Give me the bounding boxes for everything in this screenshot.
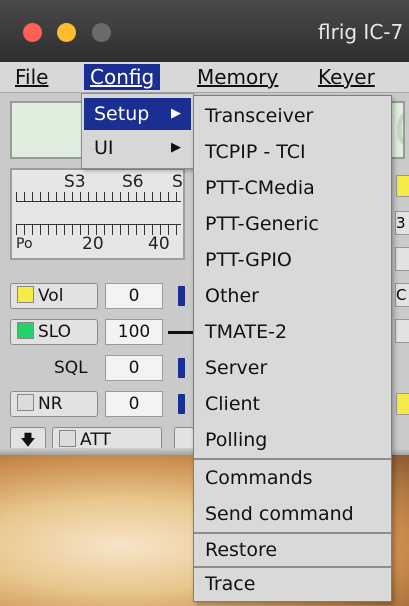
setup-item-tmate-2[interactable]: TMATE-2	[194, 314, 391, 350]
minimize-window-button[interactable]	[57, 23, 76, 42]
slo-indicator	[17, 322, 34, 339]
power-label-po: Po	[16, 236, 33, 252]
vol-label: Vol	[38, 286, 64, 306]
right-indicator-yellow-2	[396, 393, 409, 415]
setup-item-send-command[interactable]: Send command	[194, 496, 391, 532]
config-menu-item-setup-label: Setup	[94, 103, 150, 125]
slo-slider-track[interactable]	[168, 331, 194, 334]
submenu-arrow-icon: ▶	[171, 106, 181, 121]
vol-value[interactable]: 0	[105, 283, 163, 309]
slo-label: SLO	[38, 322, 72, 342]
menu-keyer-label: Keyer	[318, 65, 375, 89]
vol-indicator	[17, 286, 34, 303]
vol-slider-handle[interactable]	[178, 286, 185, 306]
att-label: ATT	[80, 430, 111, 450]
sql-label: SQL	[54, 358, 88, 378]
config-menu-item-ui[interactable]: UI ▶	[84, 132, 191, 164]
smeter-line	[16, 201, 181, 202]
menu-config-label: Config	[90, 65, 155, 89]
menu-memory-label: Memory	[197, 65, 279, 89]
menu-keyer[interactable]: Keyer	[312, 64, 381, 90]
power-label-20: 20	[82, 234, 104, 254]
sql-value[interactable]: 0	[105, 355, 163, 381]
nr-value[interactable]: 0	[105, 391, 163, 417]
setup-item-tcpip-tci[interactable]: TCPIP - TCI	[194, 134, 391, 170]
right-indicator-yellow	[396, 175, 409, 197]
setup-item-trace[interactable]: Trace	[194, 566, 391, 602]
window-title: flrig IC-7	[318, 20, 404, 44]
zoom-window-button[interactable]	[92, 23, 111, 42]
submenu-arrow-icon: ▶	[171, 140, 181, 155]
menu-bar: File Config Memory Keyer	[0, 62, 409, 93]
sql-slider-handle[interactable]	[178, 358, 185, 378]
setup-item-ptt-gpio[interactable]: PTT-GPIO	[194, 242, 391, 278]
setup-item-other[interactable]: Other	[194, 278, 391, 314]
setup-submenu: Transceiver TCPIP - TCI PTT-CMedia PTT-G…	[193, 95, 392, 602]
vol-button[interactable]: Vol	[10, 283, 98, 309]
nr-button[interactable]: NR	[10, 391, 98, 417]
smeter-label-s6: S6	[122, 172, 144, 192]
config-menu-item-ui-label: UI	[94, 137, 114, 159]
nr-indicator	[17, 394, 34, 411]
config-menu-item-setup[interactable]: Setup ▶	[84, 98, 191, 130]
att-indicator	[59, 430, 76, 447]
setup-item-ptt-generic[interactable]: PTT-Generic	[194, 206, 391, 242]
menu-config[interactable]: Config	[84, 64, 161, 90]
right-value-box-c[interactable]: C	[395, 283, 409, 307]
menu-file[interactable]: File	[9, 64, 54, 90]
slo-button[interactable]: SLO	[10, 319, 98, 345]
menu-file-label: File	[15, 65, 49, 89]
menu-memory[interactable]: Memory	[191, 64, 284, 90]
setup-item-commands[interactable]: Commands	[194, 460, 391, 496]
setup-item-polling[interactable]: Polling	[194, 422, 391, 458]
close-window-button[interactable]	[23, 23, 42, 42]
config-menu: Setup ▶ UI ▶	[81, 93, 194, 169]
setup-item-transceiver[interactable]: Transceiver	[194, 98, 391, 134]
setup-item-server[interactable]: Server	[194, 350, 391, 386]
setup-item-ptt-cmedia[interactable]: PTT-CMedia	[194, 170, 391, 206]
s-meter: S3 S6 S Po 20 40	[10, 168, 185, 260]
title-bar[interactable]: flrig IC-7	[0, 0, 409, 62]
right-value-box[interactable]: 3	[395, 211, 409, 235]
setup-item-client[interactable]: Client	[194, 386, 391, 422]
down-arrow-icon: 🡇	[20, 431, 36, 449]
nr-label: NR	[38, 394, 63, 414]
slo-value[interactable]: 100	[105, 319, 163, 345]
nr-slider-handle[interactable]	[178, 394, 185, 414]
right-box-3[interactable]	[395, 319, 409, 343]
smeter-label-s: S	[172, 172, 183, 192]
right-box-2[interactable]	[395, 247, 409, 271]
power-label-40: 40	[148, 234, 170, 254]
smeter-label-s3: S3	[64, 172, 86, 192]
setup-item-restore[interactable]: Restore	[194, 532, 391, 568]
